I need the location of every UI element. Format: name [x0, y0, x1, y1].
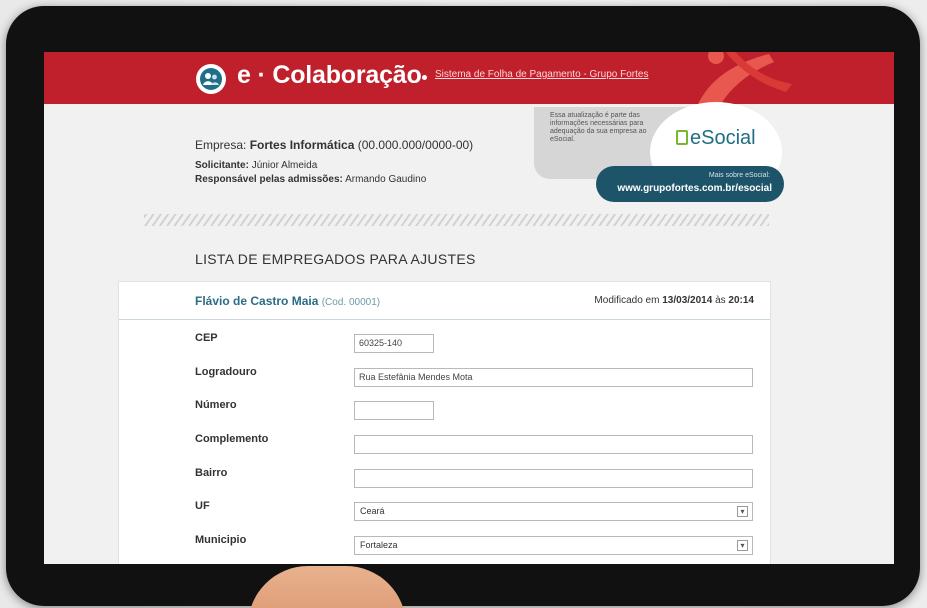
esocial-brand-text: eSocial — [690, 127, 756, 149]
admissions-line: Responsável pelas admissões: Armando Gau… — [195, 174, 426, 185]
field-label-numero: Número — [195, 399, 237, 411]
modified-info: Modificado em 13/03/2014 às 20:14 — [594, 295, 754, 306]
brand-prefix: e — [237, 61, 251, 89]
esocial-link-pill[interactable]: Mais sobre eSocial: www.grupofortes.com.… — [596, 166, 784, 202]
cep-input[interactable]: 60325-140 — [354, 334, 434, 353]
brand-name: Colaboração — [272, 61, 422, 89]
company-name: Fortes Informática — [249, 138, 355, 152]
hatched-divider — [144, 214, 769, 226]
admissions-label: Responsável pelas admissões: — [195, 174, 343, 185]
modified-mid: às — [715, 295, 726, 306]
field-row-municipio: Municipio Fortaleza ▾ — [119, 534, 770, 558]
header-dot — [422, 75, 427, 80]
field-label-cep: CEP — [195, 332, 218, 344]
employee-card-header: Flávio de Castro Maia (Cod. 00001) Modif… — [119, 282, 770, 320]
esocial-doc-icon — [676, 130, 688, 145]
field-label-bairro: Bairro — [195, 467, 228, 479]
uf-select[interactable]: Ceará ▾ — [354, 502, 753, 521]
field-row-bairro: Bairro — [119, 467, 770, 491]
app-title[interactable]: e · Colaboração — [237, 61, 422, 90]
field-row-complemento: Complemento — [119, 433, 770, 457]
field-label-complemento: Complemento — [195, 433, 269, 445]
requester-name: Júnior Almeida — [251, 160, 318, 171]
esocial-note: Essa atualização é parte das informações… — [550, 112, 647, 143]
municipio-select[interactable]: Fortaleza ▾ — [354, 536, 753, 555]
logo-icon[interactable] — [196, 64, 226, 94]
employee-card: Flávio de Castro Maia (Cod. 00001) Modif… — [118, 281, 771, 564]
field-row-numero: Número — [119, 399, 770, 423]
employee-name-line[interactable]: Flávio de Castro Maia (Cod. 00001) — [195, 294, 380, 308]
company-cnpj: (00.000.000/0000-00) — [357, 138, 474, 152]
bairro-input[interactable] — [354, 469, 753, 488]
field-row-uf: UF Ceará ▾ — [119, 500, 770, 524]
requester-line: Solicitante: Júnior Almeida — [195, 160, 317, 171]
logradouro-input[interactable]: Rua Estefânia Mendes Mota — [354, 368, 753, 387]
tablet-screen: e · Colaboração Sistema de Folha de Paga… — [44, 52, 894, 564]
employee-code: (Cod. 00001) — [321, 297, 381, 308]
municipio-selected-value: Fortaleza — [360, 540, 398, 550]
field-row-logradouro: Logradouro Rua Estefânia Mendes Mota — [119, 366, 770, 390]
dropdown-arrow-icon[interactable]: ▾ — [737, 506, 748, 517]
admissions-name: Armando Gaudino — [345, 174, 427, 185]
modified-time: 20:14 — [728, 295, 754, 306]
company-label: Empresa: — [195, 138, 247, 152]
system-link[interactable]: Sistema de Folha de Pagamento - Grupo Fo… — [435, 69, 648, 80]
dropdown-arrow-icon[interactable]: ▾ — [737, 540, 748, 551]
numero-input[interactable] — [354, 401, 434, 420]
field-label-uf: UF — [195, 500, 210, 512]
field-row-cep: CEP 60325-140 — [119, 332, 770, 356]
esocial-logo[interactable]: eSocial — [676, 127, 756, 150]
list-title: LISTA DE EMPREGADOS PARA AJUSTES — [195, 251, 476, 267]
uf-selected-value: Ceará — [360, 506, 385, 516]
brand-separator: · — [250, 61, 273, 89]
esocial-url[interactable]: www.grupofortes.com.br/esocial — [617, 183, 772, 194]
company-line: Empresa: Fortes Informática (00.000.000/… — [195, 138, 473, 152]
field-label-logradouro: Logradouro — [195, 366, 257, 378]
modified-prefix: Modificado em — [594, 295, 660, 306]
modified-date: 13/03/2014 — [662, 295, 713, 306]
esocial-more-label: Mais sobre eSocial: — [708, 172, 770, 179]
brand-swoosh-icon — [698, 52, 792, 104]
header-bar: e · Colaboração Sistema de Folha de Paga… — [44, 52, 894, 104]
requester-label: Solicitante: — [195, 160, 249, 171]
employee-name: Flávio de Castro Maia — [195, 294, 319, 308]
complemento-input[interactable] — [354, 435, 753, 454]
field-label-municipio: Municipio — [195, 534, 247, 546]
